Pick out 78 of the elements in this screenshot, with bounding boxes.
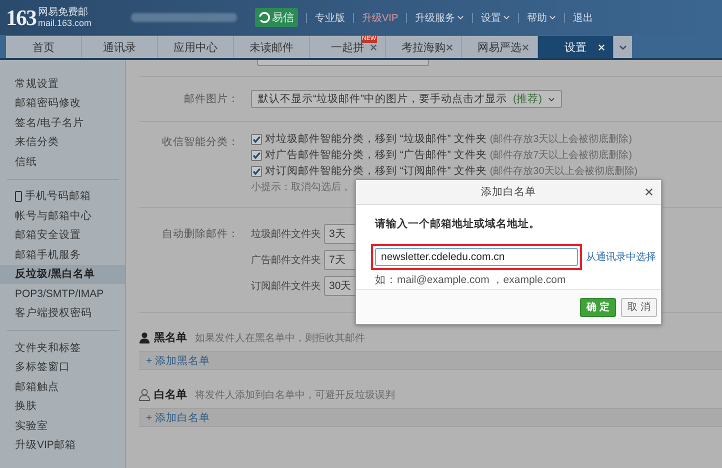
section-description: 将发件人添加到白名单中，可避开反垃圾误判 <box>195 388 395 402</box>
cancel-button[interactable]: 取 消 <box>621 298 657 316</box>
person-outline-icon <box>139 388 150 400</box>
sidebar-item[interactable]: POP3/SMTP/IMAP <box>0 284 125 304</box>
logo-number: 163 <box>6 4 36 30</box>
sidebar-item[interactable]: 邮箱安全设置 <box>0 226 125 245</box>
tab[interactable]: 考拉海购 <box>386 36 462 58</box>
folder-label: 垃圾邮件文件夹 <box>251 228 321 241</box>
nav-link[interactable]: 专业版 <box>315 10 345 24</box>
messenger-badge[interactable]: 易信 <box>255 8 298 27</box>
chat-logo-icon <box>259 12 270 23</box>
section-title: 白名单 <box>154 388 187 402</box>
sidebar-item[interactable]: 反垃圾/黑白名单 <box>0 264 125 284</box>
checkbox-label: 对订阅邮件智能分类，移到 “订阅邮件” 文件夹 <box>265 164 487 178</box>
tab[interactable]: 网易严选 <box>462 36 538 58</box>
tab[interactable]: 设置 <box>538 36 614 58</box>
image-select[interactable]: 默认不显示“垃圾邮件”中的图片，要手动点击才显示 (推荐) <box>251 90 562 108</box>
tab[interactable]: 未读邮件 <box>234 36 310 58</box>
nav-link[interactable]: 设置 <box>481 10 510 24</box>
select-field[interactable] <box>257 60 429 66</box>
sidebar-item[interactable]: 来信分类 <box>0 132 125 152</box>
tab[interactable]: 通讯录 <box>82 36 158 58</box>
checkbox[interactable] <box>251 134 262 144</box>
section-description: 如果发件人在黑名单中，则拒收其邮件 <box>195 332 365 344</box>
hint-text: 小提示：取消勾选后， <box>251 180 351 194</box>
contacts-link[interactable]: 从通讯录中选择 <box>586 250 656 264</box>
caret-icon <box>503 15 510 20</box>
field-label: 收信智能分类： <box>161 135 240 149</box>
sidebar-item[interactable]: 多标签窗口 <box>0 358 125 377</box>
tab[interactable]: 首页 <box>6 36 82 58</box>
person-icon <box>139 332 150 344</box>
checkbox[interactable] <box>251 166 262 176</box>
folder-label: 广告邮件文件夹 <box>251 254 321 267</box>
confirm-button[interactable]: 确 定 <box>580 298 616 316</box>
field-label: 邮件图片： <box>183 92 240 106</box>
sidebar-item[interactable]: 邮箱手机服务 <box>0 245 125 264</box>
section-title: 黑名单 <box>154 330 187 345</box>
sidebar-item[interactable]: 常规设置 <box>0 74 125 94</box>
input-field[interactable]: newsletter.cdeledu.com.cn <box>375 248 578 266</box>
sidebar-item[interactable]: 帐号与邮箱中心 <box>0 206 125 226</box>
caret-icon <box>457 15 464 20</box>
new-badge: NEW <box>361 36 377 42</box>
add-link[interactable]: + 添加白名单 <box>146 410 210 424</box>
sidebar-item[interactable]: 客户端授权密码 <box>0 304 125 323</box>
dialog-message: 请输入一个邮箱地址或域名地址。 <box>375 217 541 231</box>
field-label: 自动删除邮件： <box>161 227 240 241</box>
nav-link[interactable]: 升级服务 <box>415 10 464 24</box>
nav-link[interactable]: 退出 <box>573 10 594 24</box>
sidebar-item[interactable]: 签名/电子名片 <box>0 113 125 132</box>
brand-domain: mail.163.com <box>38 18 92 28</box>
add-link[interactable]: + 添加黑名单 <box>146 354 210 368</box>
caret-icon <box>619 44 627 50</box>
tab[interactable]: 应用中心 <box>158 36 234 58</box>
sidebar-item[interactable]: 换肤 <box>0 396 125 416</box>
note-text: (邮件存放3天以上会被彻底删除) <box>490 132 632 146</box>
nav-link[interactable]: 升级VIP <box>362 10 398 24</box>
checkbox-label: 对广告邮件智能分类，移到 “广告邮件” 文件夹 <box>265 148 487 162</box>
checkbox[interactable] <box>251 150 262 160</box>
sidebar-item[interactable]: 邮箱密码修改 <box>0 94 125 113</box>
note-text: (邮件存放7天以上会被彻底删除) <box>490 148 632 162</box>
nav-link[interactable]: 帮助 <box>527 10 556 24</box>
dialog-title: 添加白名单 <box>481 185 536 199</box>
sidebar-item[interactable]: 实验室 <box>0 416 125 436</box>
close-icon[interactable] <box>645 188 653 196</box>
sidebar-item[interactable]: 文件夹和标签 <box>0 338 125 358</box>
note-text: (邮件存放30天以上会被彻底删除) <box>490 164 638 178</box>
brand-name: 网易免费邮 <box>38 6 89 18</box>
caret-icon <box>549 15 556 20</box>
tab-menu-button[interactable] <box>614 36 632 58</box>
sidebar-item[interactable]: 邮箱触点 <box>0 377 125 396</box>
sidebar-item[interactable]: 信纸 <box>0 152 125 172</box>
sidebar-item[interactable]: 手机号码邮箱 <box>0 186 125 206</box>
caret-icon <box>548 96 555 102</box>
checkbox-label: 对垃圾邮件智能分类，移到 “垃圾邮件” 文件夹 <box>265 132 487 146</box>
example-text: 如：mail@example.com ，example.com <box>375 273 567 287</box>
phone-icon <box>15 190 22 202</box>
sidebar-item[interactable]: 升级VIP邮箱 <box>0 436 125 455</box>
folder-label: 订阅邮件文件夹 <box>251 280 321 293</box>
